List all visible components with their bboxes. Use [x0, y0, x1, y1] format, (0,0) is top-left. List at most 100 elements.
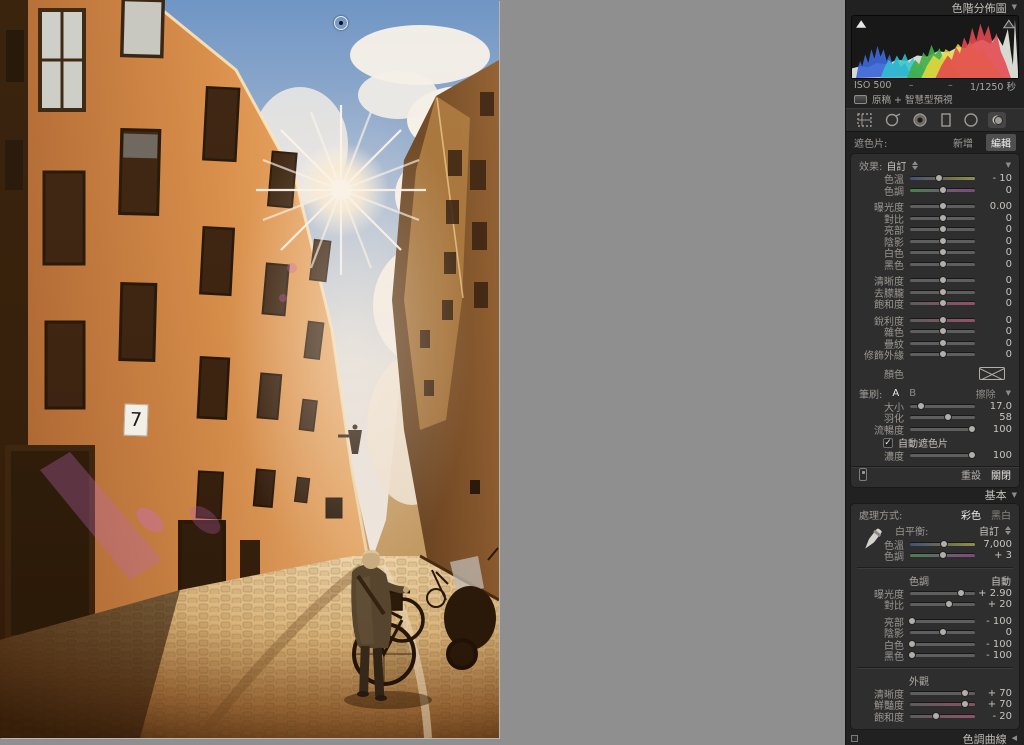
aperture-value: –	[948, 80, 953, 91]
slider-value: 0	[975, 326, 1012, 337]
slider-track[interactable]	[910, 302, 975, 305]
slider-knob[interactable]	[940, 540, 948, 548]
reset-button[interactable]: 重設	[961, 467, 981, 482]
slider-knob[interactable]	[939, 327, 947, 335]
slider-knob[interactable]	[961, 689, 969, 697]
spot-removal-icon[interactable]	[883, 112, 902, 128]
slider-knob[interactable]	[939, 299, 947, 307]
slider-track[interactable]	[910, 217, 975, 220]
slider-row: 色調0	[851, 185, 1019, 197]
radial-filter-icon[interactable]	[962, 112, 979, 128]
tone-curve-panel-header[interactable]: 色調曲線 ◀	[846, 730, 1024, 745]
slider-knob[interactable]	[908, 651, 916, 659]
wb-eyedropper-icon[interactable]	[859, 525, 885, 555]
automask-row: ✓ 自動遮色片	[851, 436, 1019, 449]
slider-track[interactable]	[910, 240, 975, 243]
brush-a-button[interactable]: A	[892, 388, 899, 399]
red-eye-icon[interactable]	[910, 112, 929, 128]
slider-knob[interactable]	[939, 628, 947, 636]
auto-tone-button[interactable]: 自動	[991, 573, 1011, 588]
treatment-color-button[interactable]: 彩色	[961, 507, 981, 522]
slider-track[interactable]	[910, 319, 975, 322]
slider-value: + 70	[975, 699, 1012, 710]
slider-track[interactable]	[910, 554, 975, 557]
brush-b-button[interactable]: B	[909, 388, 916, 399]
slider-knob[interactable]	[932, 712, 940, 720]
histogram[interactable]	[851, 15, 1019, 79]
slider-knob[interactable]	[939, 350, 947, 358]
slider-knob[interactable]	[935, 174, 943, 182]
slider-knob[interactable]	[944, 413, 952, 421]
slider-track[interactable]	[910, 228, 975, 231]
exif-info-row: ISO 500 – – 1/1250 秒	[846, 79, 1024, 92]
treatment-bw-button[interactable]: 黑白	[991, 507, 1011, 522]
slider-knob[interactable]	[939, 316, 947, 324]
photo-canvas[interactable]: 7	[0, 0, 499, 738]
slider-track[interactable]	[910, 703, 975, 706]
effect-color-row: 顏色	[851, 366, 1019, 382]
histogram-panel-header[interactable]: 色階分佈圖 ▼	[846, 0, 1024, 15]
slider-knob[interactable]	[939, 551, 947, 559]
slider-track[interactable]	[910, 342, 975, 345]
chevron-down-icon[interactable]: ▼	[1006, 162, 1011, 169]
panel-toggle-icon[interactable]	[851, 735, 858, 742]
mask-edit-button[interactable]: 編輯	[986, 134, 1016, 151]
slider-knob[interactable]	[939, 225, 947, 233]
slider-knob[interactable]	[957, 589, 965, 597]
preset-updown-icon[interactable]	[912, 161, 918, 170]
slider-value: + 3	[975, 550, 1012, 561]
slider-knob[interactable]	[939, 214, 947, 222]
basic-panel-header[interactable]: 基本 ▼	[846, 488, 1024, 503]
slider-track[interactable]	[910, 692, 975, 695]
slider-track[interactable]	[910, 330, 975, 333]
slider-value: 100	[975, 450, 1012, 461]
effect-preset-dropdown[interactable]: 自訂	[886, 158, 906, 173]
slider-track[interactable]	[910, 428, 975, 431]
slider-track[interactable]	[910, 454, 975, 457]
mask-new-button[interactable]: 新增	[948, 134, 978, 151]
slider-track[interactable]	[910, 592, 975, 595]
slider-knob[interactable]	[917, 402, 925, 410]
slider-knob[interactable]	[908, 640, 916, 648]
slider-knob[interactable]	[939, 339, 947, 347]
slider-knob[interactable]	[908, 617, 916, 625]
slider-row: 濃度100	[851, 450, 1019, 462]
slider-track[interactable]	[910, 654, 975, 657]
slider-track[interactable]	[910, 205, 975, 208]
slider-track[interactable]	[910, 603, 975, 606]
slider-knob[interactable]	[939, 237, 947, 245]
color-swatch[interactable]	[979, 367, 1005, 380]
slider-track[interactable]	[910, 263, 975, 266]
slider-track[interactable]	[910, 631, 975, 634]
slider-value: 0	[975, 213, 1012, 224]
panel-switch-icon[interactable]	[859, 468, 867, 481]
slider-knob[interactable]	[945, 600, 953, 608]
slider-knob[interactable]	[939, 276, 947, 284]
slider-track[interactable]	[910, 405, 975, 408]
slider-knob[interactable]	[939, 248, 947, 256]
slider-track[interactable]	[910, 715, 975, 718]
chevron-down-icon[interactable]: ▼	[1006, 390, 1011, 397]
graduated-filter-icon[interactable]	[938, 112, 953, 128]
slider-track[interactable]	[910, 291, 975, 294]
crop-overlay-icon[interactable]	[855, 112, 874, 128]
brush-erase-button[interactable]: 擦除	[976, 386, 996, 401]
slider-knob[interactable]	[939, 186, 947, 194]
slider-track[interactable]	[910, 543, 975, 546]
slider-track[interactable]	[910, 279, 975, 282]
slider-track[interactable]	[910, 416, 975, 419]
slider-knob[interactable]	[939, 260, 947, 268]
slider-track[interactable]	[910, 643, 975, 646]
slider-track[interactable]	[910, 189, 975, 192]
slider-knob[interactable]	[939, 202, 947, 210]
wb-preset-dropdown[interactable]: 自訂	[979, 523, 999, 538]
slider-track[interactable]	[910, 353, 975, 356]
slider-knob[interactable]	[961, 700, 969, 708]
slider-knob[interactable]	[939, 288, 947, 296]
automask-checkbox[interactable]: ✓	[883, 438, 893, 448]
slider-track[interactable]	[910, 177, 975, 180]
slider-track[interactable]	[910, 251, 975, 254]
close-button[interactable]: 關閉	[991, 467, 1011, 482]
wb-updown-icon[interactable]	[1005, 526, 1011, 535]
slider-track[interactable]	[910, 620, 975, 623]
